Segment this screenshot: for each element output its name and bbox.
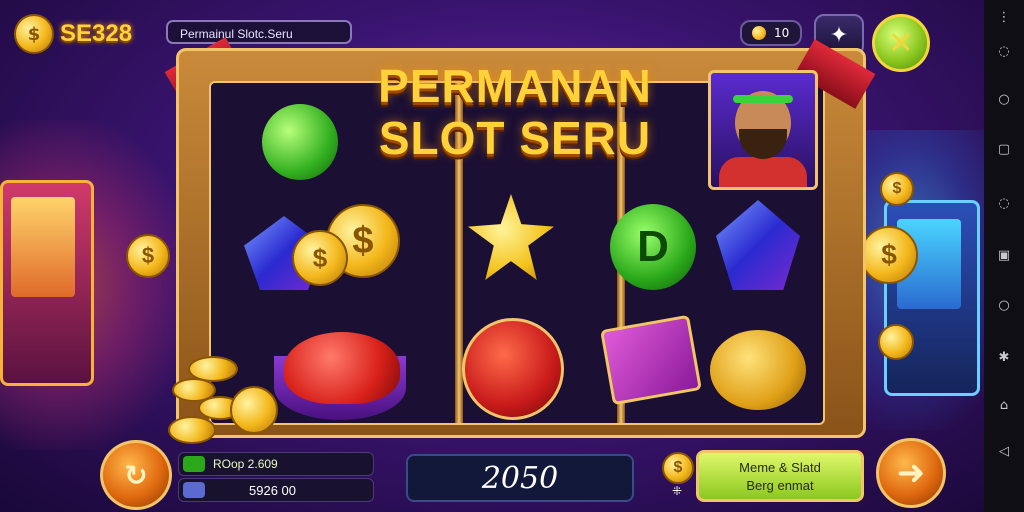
game-title: PERMANAN SLOT SERU [330, 60, 700, 164]
title-line-1: PERMANAN [378, 60, 652, 112]
screenshot-icon[interactable]: ▢ [996, 142, 1012, 158]
circle-icon[interactable]: ○ [996, 92, 1012, 108]
refresh-icon: ↻ [124, 458, 148, 492]
home-icon[interactable]: ⌂ [996, 398, 1012, 414]
play-action-button[interactable]: Meme & Slatd Berg enmat [696, 450, 864, 502]
coin-balance-pill[interactable]: 10 [740, 20, 802, 46]
wallet-icon [183, 482, 205, 498]
floating-coin [878, 324, 914, 360]
money-icon [183, 456, 205, 472]
arrow-right-icon: ➜ [896, 453, 926, 493]
settings-icon[interactable]: ✱ [996, 350, 1012, 366]
close-icon: ✕ [888, 25, 914, 61]
game-name-field[interactable]: Permainul Slotc.Seru [166, 20, 352, 44]
grid-icon[interactable]: ⁜ [664, 484, 690, 504]
brand-name: SE328 [60, 20, 133, 47]
action-label-line-2: Berg enmat [746, 478, 814, 493]
floating-coin: $ [860, 226, 918, 284]
balance-info-field: 5926 00 [178, 478, 374, 502]
green-gem-symbol [262, 104, 338, 180]
close-button[interactable]: ✕ [872, 14, 930, 72]
win-info-field: ROop 2.609 [178, 452, 374, 476]
coin-pile-symbol [710, 330, 806, 410]
brand-logo[interactable]: $ SE328 [14, 14, 132, 54]
dashed-circle-icon[interactable]: ◌ [996, 196, 1012, 212]
chili-symbol [462, 318, 564, 420]
coin-stack-icon: $ [14, 14, 54, 54]
coin-stack-decoration [168, 356, 278, 446]
win-info-value: ROop 2.609 [213, 457, 278, 471]
next-button[interactable]: ➜ [876, 438, 946, 508]
letter-d-symbol: D [610, 204, 696, 290]
floating-coin: $ [880, 172, 914, 206]
back-icon[interactable]: ◁ [996, 444, 1012, 460]
coin-count: 10 [774, 26, 790, 40]
coin-icon: $ [662, 452, 694, 484]
coin-icon [752, 26, 766, 40]
dashed-circle-icon[interactable]: ◌ [996, 44, 1012, 60]
puzzle-icon: ✦ [829, 22, 849, 48]
lock-icon[interactable]: ▣ [996, 248, 1012, 264]
arcade-machine-left [0, 180, 94, 386]
balance-info-value: 5926 00 [249, 483, 296, 498]
spin-button[interactable]: ↻ [100, 440, 172, 510]
dollar-coin-symbol: $ [292, 230, 348, 286]
grid-icon[interactable]: ⋮ [996, 10, 1012, 26]
tomato-symbol [284, 332, 400, 404]
title-line-2: SLOT SERU [378, 112, 652, 164]
action-label-line-1: Meme & Slatd [739, 460, 821, 475]
total-display: 2050 [406, 454, 634, 502]
system-sidebar: ⋮ ◌ ○ ▢ ◌ ▣ ○ ✱ ⌂ ◁ [984, 0, 1024, 512]
magic-book-symbol [600, 314, 702, 406]
floating-coin: $ [126, 234, 170, 278]
character-portrait [708, 70, 818, 190]
circle-icon[interactable]: ○ [996, 298, 1012, 314]
